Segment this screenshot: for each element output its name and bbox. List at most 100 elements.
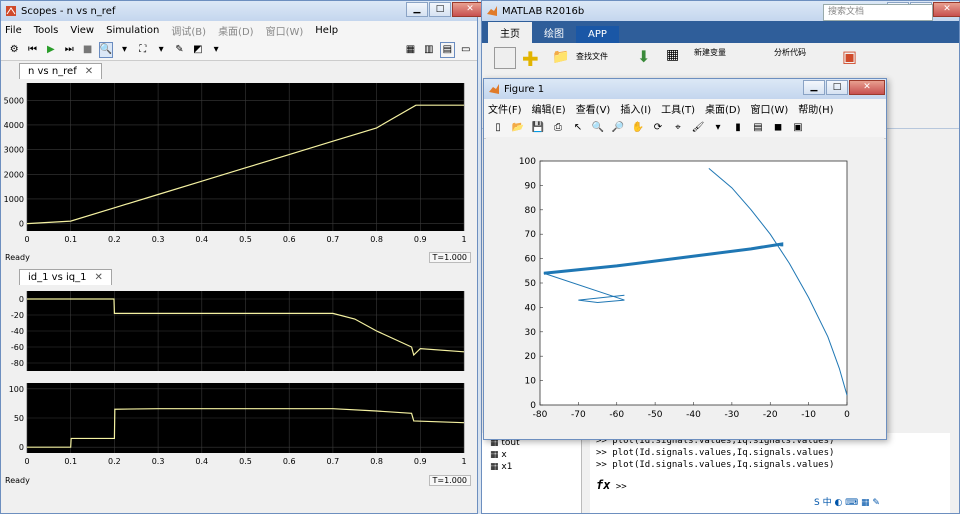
menu-simulation[interactable]: Simulation xyxy=(106,25,159,36)
figure-window: Figure 1 ▁ □ ✕ 文件(F) 编辑(E) 查看(V) 插入(I) 工… xyxy=(483,78,887,440)
tab-n-vs-nref[interactable]: n vs n_ref ✕ xyxy=(19,63,103,79)
x-tick-label: -80 xyxy=(533,410,548,420)
y-tick-label: 70 xyxy=(525,230,537,240)
run-icon[interactable]: ▶ xyxy=(44,42,58,58)
menu-tools[interactable]: Tools xyxy=(34,25,59,36)
new-script-icon[interactable] xyxy=(494,47,516,69)
minimize-button[interactable]: ▁ xyxy=(406,2,428,17)
layout-grid-icon[interactable]: ▦ xyxy=(403,42,417,58)
tab-plots[interactable]: 绘图 xyxy=(532,22,576,43)
fx-icon[interactable]: fx xyxy=(596,478,610,492)
menu-view[interactable]: View xyxy=(70,25,94,36)
close-tab-icon[interactable]: ✕ xyxy=(94,272,102,283)
scope-status-ready-2: Ready xyxy=(5,475,30,485)
maximize-button[interactable]: □ xyxy=(429,2,451,17)
menu-help[interactable]: 帮助(H) xyxy=(798,101,833,116)
open-icon[interactable]: 📂 xyxy=(510,120,526,136)
gear-icon[interactable]: ⚙ xyxy=(7,42,21,58)
y-tick-label: 40 xyxy=(525,303,537,313)
ime-indicator[interactable]: S 中 ◐ ⌨ ▦ ✎ xyxy=(814,495,880,508)
close-button[interactable]: ✕ xyxy=(933,2,960,17)
figure-yticks: 0102030405060708090100 xyxy=(519,157,543,411)
menu-file[interactable]: File xyxy=(5,25,22,36)
close-tab-icon[interactable]: ✕ xyxy=(85,66,93,77)
rotate-icon[interactable]: ⟳ xyxy=(650,120,666,136)
zoom-out-icon[interactable]: 🔎 xyxy=(610,120,626,136)
menu-edit[interactable]: 编辑(E) xyxy=(532,101,566,116)
y-tick-label: 10 xyxy=(525,377,537,387)
open-folder-icon[interactable]: 📁 xyxy=(552,49,569,65)
scopes-window: Scopes - n vs n_ref ▁ □ ✕ File Tools Vie… xyxy=(0,0,488,514)
command-input-line[interactable]: fx >> xyxy=(596,479,944,493)
prompt: >> xyxy=(615,482,627,492)
x-tick-label: 0.9 xyxy=(414,457,427,466)
layout-dropdown-icon[interactable]: ▾ xyxy=(209,42,223,58)
minimize-button[interactable]: ▁ xyxy=(803,80,825,95)
show-tools-icon[interactable]: ▣ xyxy=(790,120,806,136)
tab-id-vs-iq[interactable]: id_1 vs iq_1 ✕ xyxy=(19,269,112,285)
scope-statusbar-1: Ready T=1.000 xyxy=(1,250,477,264)
step-forward-icon[interactable]: ⏭ xyxy=(62,42,76,58)
zoom-dropdown-icon[interactable]: ▾ xyxy=(117,42,131,58)
zoom-icon[interactable]: 🔍 xyxy=(98,41,114,58)
highlight-block-icon[interactable]: ◩ xyxy=(191,42,205,58)
analyze-code-button[interactable]: 分析代码 xyxy=(774,47,806,58)
tab-apps[interactable]: APP xyxy=(576,26,619,43)
layout-rows-icon[interactable]: ▭ xyxy=(459,42,473,58)
menu-window[interactable]: 窗口(W) xyxy=(266,23,304,38)
save-workspace-icon[interactable]: ▦ xyxy=(666,47,679,63)
scope-time-1: T=1.000 xyxy=(428,251,471,263)
colorbar-icon[interactable]: ▮ xyxy=(730,120,746,136)
import-icon[interactable]: ⬇ xyxy=(637,47,650,66)
pointer-icon[interactable]: ↖ xyxy=(570,120,586,136)
y-tick-label: 100 xyxy=(519,157,536,167)
hide-tools-icon[interactable]: ◼ xyxy=(770,120,786,136)
stop-icon[interactable]: ■ xyxy=(80,42,94,58)
figure-titlebar[interactable]: Figure 1 ▁ □ ✕ xyxy=(484,79,886,99)
legend-icon[interactable]: ▤ xyxy=(750,120,766,136)
menu-insert[interactable]: 插入(I) xyxy=(620,101,651,116)
print-icon[interactable]: ⎙ xyxy=(550,120,566,136)
search-docs-input[interactable]: 搜索文档 xyxy=(823,4,933,21)
triggers-icon[interactable]: ▾ xyxy=(154,42,168,58)
menu-window[interactable]: 窗口(W) xyxy=(751,101,789,116)
cursor-measure-icon[interactable]: ✎ xyxy=(172,42,186,58)
link-icon[interactable]: ▾ xyxy=(710,120,726,136)
brush-icon[interactable]: 🖌 xyxy=(690,120,706,136)
menu-file[interactable]: 文件(F) xyxy=(488,101,522,116)
new-icon[interactable]: ✚ xyxy=(522,47,539,71)
new-variable-button[interactable]: 新建变量 xyxy=(694,47,726,58)
zoom-in-icon[interactable]: 🔍 xyxy=(590,120,606,136)
find-files-button[interactable]: 查找文件 xyxy=(576,51,608,62)
simulink-app-icon xyxy=(6,6,16,16)
tab-home[interactable]: 主页 xyxy=(488,22,532,43)
scope-status-ready-1: Ready xyxy=(5,252,30,262)
y-tick-label: -40 xyxy=(11,327,24,336)
autoscale-icon[interactable]: ⛶ xyxy=(136,42,150,58)
pan-icon[interactable]: ✋ xyxy=(630,120,646,136)
menu-debug[interactable]: 调试(B) xyxy=(171,23,206,38)
data-cursor-icon[interactable]: ⌖ xyxy=(670,120,686,136)
y-tick-label: 5000 xyxy=(4,96,24,105)
command-window[interactable]: >> plot(Id.signals.values,Iq.signals.val… xyxy=(590,433,950,513)
simulink-icon[interactable]: ▣ xyxy=(842,47,857,66)
menu-desktop[interactable]: 桌面(D) xyxy=(218,23,254,38)
x-tick-label: 0 xyxy=(24,457,29,466)
workspace-var-x1[interactable]: ▦ x1 xyxy=(490,461,573,473)
menu-view[interactable]: 查看(V) xyxy=(576,101,611,116)
tab-n-vs-nref-label: n vs n_ref xyxy=(28,66,77,77)
maximize-button[interactable]: □ xyxy=(826,80,848,95)
menu-desktop[interactable]: 桌面(D) xyxy=(705,101,741,116)
close-button[interactable]: ✕ xyxy=(849,80,885,95)
scopes-titlebar[interactable]: Scopes - n vs n_ref ▁ □ ✕ xyxy=(1,1,488,21)
save-icon[interactable]: 💾 xyxy=(530,120,546,136)
layout-split-icon[interactable]: ▥ xyxy=(422,42,436,58)
menu-tools[interactable]: 工具(T) xyxy=(661,101,695,116)
prompt: >> xyxy=(596,460,607,470)
step-back-icon[interactable]: ⏮ xyxy=(25,42,39,58)
workspace-var-x[interactable]: ▦ x xyxy=(490,449,573,461)
ime-label: 中 xyxy=(822,498,832,508)
new-figure-icon[interactable]: ▯ xyxy=(490,120,506,136)
layout-single-icon[interactable]: ▤ xyxy=(440,41,455,58)
menu-help[interactable]: Help xyxy=(315,25,338,36)
